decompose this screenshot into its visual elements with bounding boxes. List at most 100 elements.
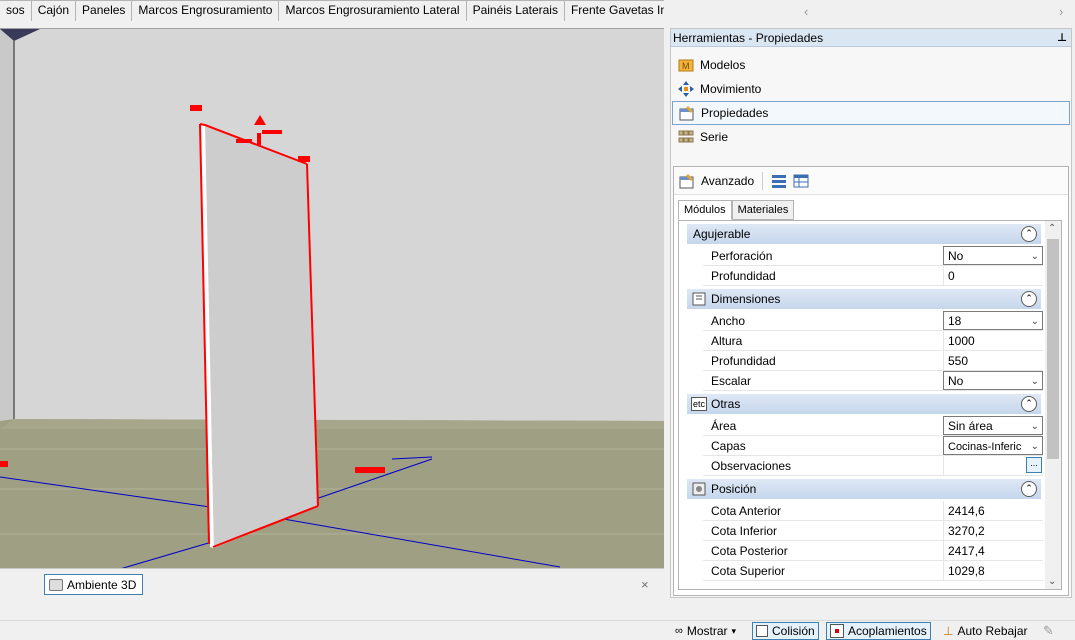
scroll-down-icon[interactable]: ⌄ xyxy=(1048,576,1056,587)
tab-sos[interactable]: sos xyxy=(0,0,32,21)
collapse-icon[interactable]: ⌃ xyxy=(1021,226,1037,242)
prop-row-cota-posterior: Cota Posterior 2417,4 xyxy=(703,541,1043,561)
section-dimensiones[interactable]: Dimensiones ⌃ xyxy=(687,289,1041,309)
position-icon xyxy=(691,481,707,497)
document-tab-bar: Ambiente 3D × xyxy=(0,568,664,598)
prop-row-cota-inferior: Cota Inferior 3270,2 xyxy=(703,521,1043,541)
chevron-down-icon: ⌄ xyxy=(1030,251,1039,262)
section-title: Posición xyxy=(711,482,757,496)
prop-row-capas: Capas Cocinas-Inferic ⌄ xyxy=(703,436,1043,456)
3d-viewport[interactable] xyxy=(0,28,664,568)
chevron-down-icon: ⌄ xyxy=(1030,421,1039,432)
collapse-icon[interactable]: ⌃ xyxy=(1021,291,1037,307)
categorized-view-icon[interactable] xyxy=(771,173,787,189)
section-otras[interactable]: etc Otras ⌃ xyxy=(687,394,1041,414)
section-title: Otras xyxy=(711,397,741,411)
section-posicion[interactable]: Posición ⌃ xyxy=(687,479,1041,499)
profundidad-value[interactable]: 0 xyxy=(943,266,1043,285)
perforacion-select[interactable]: No ⌄ xyxy=(943,246,1043,265)
left-wall xyxy=(0,29,14,421)
ellipsis-button[interactable]: ... xyxy=(1026,457,1042,473)
tab-scroll-area: ‹ › xyxy=(664,0,1072,28)
cota-anterior-value[interactable]: 2414,6 xyxy=(943,501,1043,520)
ancho-select[interactable]: 18 ⌄ xyxy=(943,311,1043,330)
collision-icon xyxy=(756,625,768,637)
prop-row-cota-anterior: Cota Anterior 2414,6 xyxy=(703,501,1043,521)
tools-icon[interactable]: ✎ xyxy=(1040,622,1057,640)
tab-marcos-engrosuramiento[interactable]: Marcos Engrosuramiento xyxy=(132,0,280,21)
mostrar-button[interactable]: ∞ Mostrar ▾ xyxy=(672,622,739,640)
move-icon xyxy=(678,81,694,97)
area-select[interactable]: Sin área ⌄ xyxy=(943,416,1043,435)
tab-ambiente-3d[interactable]: Ambiente 3D xyxy=(44,574,144,595)
menu-item-serie[interactable]: Serie xyxy=(672,125,1070,149)
menu-item-propiedades[interactable]: Propiedades xyxy=(672,101,1070,125)
prop-row-altura: Altura 1000» xyxy=(703,331,1061,351)
etc-icon: etc xyxy=(691,397,708,411)
prop-row-profundidad: Profundidad 0 xyxy=(703,266,1043,286)
tab-paneles[interactable]: Paneles xyxy=(76,0,133,21)
tab-modulos[interactable]: Módulos xyxy=(678,200,732,220)
profundidad-dim-value[interactable]: 550» xyxy=(943,351,1061,370)
scroll-right-icon[interactable]: › xyxy=(1059,4,1063,19)
table-view-icon[interactable] xyxy=(793,173,809,189)
close-icon[interactable]: × xyxy=(641,577,649,592)
svg-text:M: M xyxy=(682,61,690,71)
module-tabs: sos Cajón Paneles Marcos Engrosuramiento… xyxy=(0,0,708,21)
section-title: Agujerable xyxy=(693,227,751,241)
chevron-down-icon: ▾ xyxy=(731,625,737,636)
models-icon: M xyxy=(678,57,694,73)
property-scrollbar[interactable]: ⌃ ⌄ xyxy=(1045,221,1061,589)
tab-marcos-engrosuramiento-lateral[interactable]: Marcos Engrosuramiento Lateral xyxy=(279,0,467,21)
scroll-thumb[interactable] xyxy=(1047,239,1059,459)
chevron-down-icon: ⌄ xyxy=(1030,376,1039,387)
acoplamientos-toggle[interactable]: Acoplamientos xyxy=(826,622,931,640)
pin-icon[interactable]: ⊥ xyxy=(1057,31,1067,44)
prop-row-observaciones: Observaciones ... xyxy=(703,456,1043,476)
menu-item-movimiento[interactable]: Movimiento xyxy=(672,77,1070,101)
advanced-toolbar: Avanzado xyxy=(674,167,1068,195)
panel-front-face xyxy=(205,125,318,548)
section-title: Dimensiones xyxy=(711,292,781,306)
chevron-down-icon: ⌄ xyxy=(1030,316,1039,327)
printer-icon xyxy=(49,578,63,591)
advanced-icon xyxy=(679,173,695,189)
tab-cajon[interactable]: Cajón xyxy=(31,0,77,21)
scroll-up-icon[interactable]: ⌃ xyxy=(1048,223,1056,234)
altura-value[interactable]: 1000» xyxy=(943,331,1061,350)
collapse-icon[interactable]: ⌃ xyxy=(1021,481,1037,497)
advanced-label[interactable]: Avanzado xyxy=(701,174,754,188)
prop-row-perforacion: Perforación No ⌄ xyxy=(703,246,1043,266)
observaciones-value[interactable]: ... xyxy=(943,456,1043,475)
cota-superior-value[interactable]: 1029,8 xyxy=(943,561,1043,580)
prop-row-profundidad-dim: Profundidad 550» xyxy=(703,351,1061,371)
status-bar: ∞ Mostrar ▾ Colisión Acoplamientos ⊥ Aut… xyxy=(0,620,1075,640)
series-icon xyxy=(678,129,694,145)
capas-select[interactable]: Cocinas-Inferic ⌄ xyxy=(943,436,1043,455)
coupling-icon xyxy=(830,624,844,638)
auto-rebajar-button[interactable]: ⊥ Auto Rebajar xyxy=(940,622,1031,640)
cota-inferior-value[interactable]: 3270,2 xyxy=(943,521,1043,540)
cota-posterior-value[interactable]: 2417,4 xyxy=(943,541,1043,560)
tab-paineis-laterais[interactable]: Painéis Laterais xyxy=(466,0,565,21)
prop-row-cota-superior: Cota Superior 1029,8 xyxy=(703,561,1043,581)
tools-properties-panel: Herramientas - Propiedades ⊥ M Modelos M… xyxy=(670,28,1072,598)
prop-row-area: Área Sin área ⌄ xyxy=(703,416,1043,436)
auto-lower-icon: ⊥ xyxy=(943,624,954,638)
menu-item-modelos[interactable]: M Modelos xyxy=(672,53,1070,77)
advanced-subtabs: Módulos Materiales xyxy=(678,200,795,220)
advanced-properties-box: Avanzado Módulos Materiales Agujerable ⌃… xyxy=(673,166,1069,596)
properties-icon xyxy=(679,105,695,121)
glasses-icon: ∞ xyxy=(675,625,683,637)
tab-label: Ambiente 3D xyxy=(67,577,137,592)
collapse-icon[interactable]: ⌃ xyxy=(1021,396,1037,412)
panel-header: Herramientas - Propiedades ⊥ xyxy=(671,29,1071,47)
panel-title: Herramientas - Propiedades xyxy=(673,30,824,45)
prop-row-ancho: Ancho 18 ⌄ xyxy=(703,311,1043,331)
dimensions-icon xyxy=(691,291,707,307)
scroll-left-icon[interactable]: ‹ xyxy=(804,4,808,19)
colision-toggle[interactable]: Colisión xyxy=(752,622,819,640)
escalar-select[interactable]: No ⌄ xyxy=(943,371,1043,390)
tab-materiales[interactable]: Materiales xyxy=(731,200,795,220)
section-agujerable[interactable]: Agujerable ⌃ xyxy=(687,224,1041,244)
